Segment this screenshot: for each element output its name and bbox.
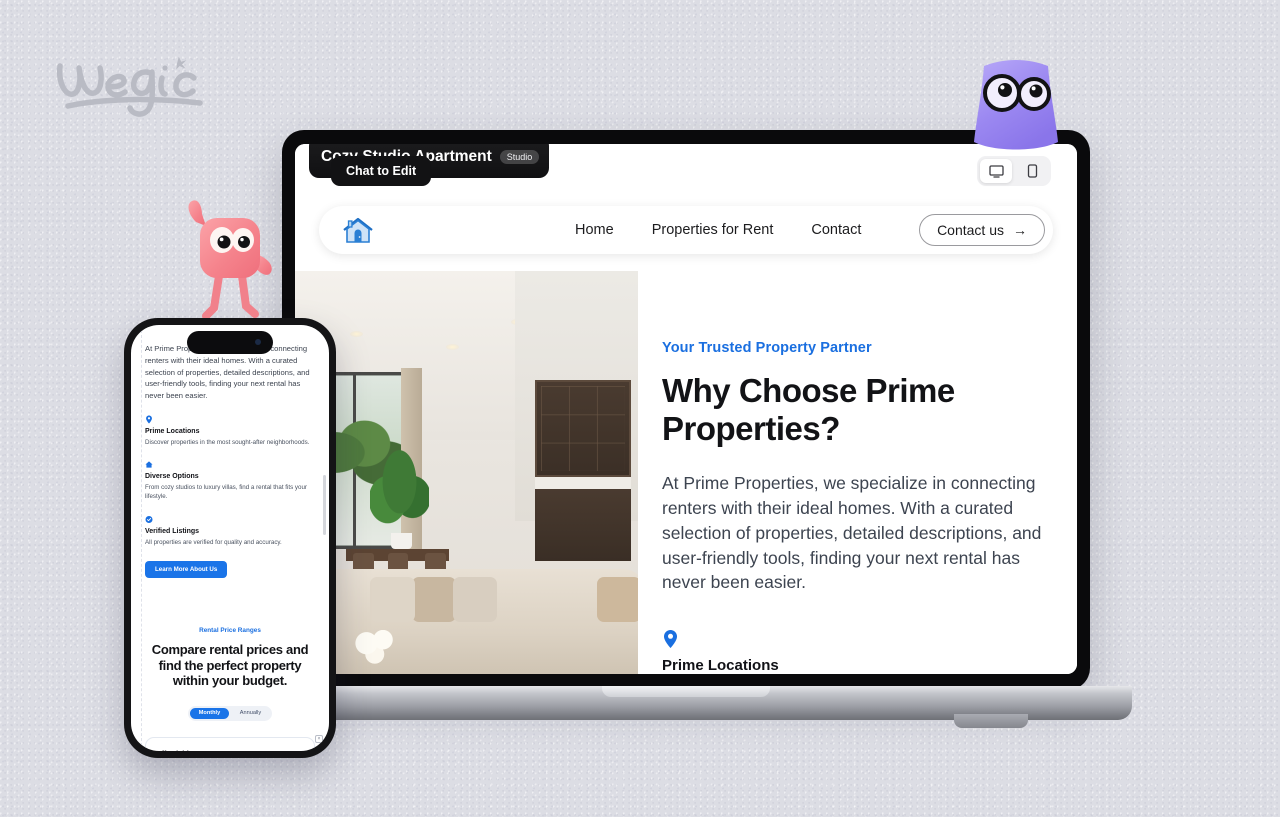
phone-preview-content: At Prime Properties, we specialize in co… xyxy=(131,325,329,751)
page-title: Why Choose Prime Properties? xyxy=(662,372,955,447)
nav-links: Home Properties for Rent Contact xyxy=(575,222,861,238)
wegic-logo xyxy=(48,40,228,120)
phone-feature-diverse-options: Diverse Options From cozy studios to lux… xyxy=(145,460,315,502)
toggle-monthly[interactable]: Monthly xyxy=(190,707,229,719)
laptop-foot xyxy=(954,714,1028,728)
nav-item-home[interactable]: Home xyxy=(575,222,614,238)
check-badge-icon xyxy=(145,515,153,523)
section-paragraph: At Prime Properties, we specialize in co… xyxy=(662,473,1042,593)
map-pin-icon xyxy=(664,630,677,649)
hero-image xyxy=(295,271,638,674)
feature-prime-locations: Prime Locations Discover properties in t… xyxy=(662,629,1077,674)
phone-feature-title: Prime Locations xyxy=(145,427,200,435)
phone-guide-line xyxy=(141,325,142,751)
nav-item-contact[interactable]: Contact xyxy=(811,222,861,238)
contact-us-label: Contact us xyxy=(937,222,1004,238)
phone-feature-verified-listings: Verified Listings All properties are ver… xyxy=(145,515,315,547)
section-eyebrow: Your Trusted Property Partner xyxy=(662,340,872,356)
phone-feature-title: Verified Listings xyxy=(145,527,200,535)
desktop-icon xyxy=(988,164,1004,178)
phone-mockup: At Prime Properties, we specialize in co… xyxy=(124,318,336,758)
phone-scrollbar[interactable] xyxy=(323,475,326,535)
laptop-mockup: Cozy Studio Apartment Studio Chat to Edi… xyxy=(240,130,1132,730)
phone-feature-desc: From cozy studios to luxury villas, find… xyxy=(145,484,307,501)
mobile-icon xyxy=(1027,164,1037,178)
site-navbar: Home Properties for Rent Contact Contact… xyxy=(319,206,1053,254)
pricing-heading: Compare rental prices and find the perfe… xyxy=(151,642,309,689)
phone-screen: At Prime Properties, we specialize in co… xyxy=(131,325,329,751)
home-icon xyxy=(145,461,153,468)
laptop-body: Cozy Studio Apartment Studio Chat to Edi… xyxy=(282,130,1090,690)
hero-section: Your Trusted Property Partner Why Choose… xyxy=(295,271,1077,674)
pink-mascot xyxy=(176,192,282,318)
hero-text-column: Your Trusted Property Partner Why Choose… xyxy=(638,271,1077,674)
section-divider xyxy=(145,602,315,603)
feature-title: Prime Locations xyxy=(662,657,779,674)
house-logo-icon[interactable] xyxy=(341,215,375,245)
laptop-screen: Cozy Studio Apartment Studio Chat to Edi… xyxy=(295,144,1077,674)
phone-feature-title: Diverse Options xyxy=(145,473,199,481)
phone-feature-prime-locations: Prime Locations Discover properties in t… xyxy=(145,415,315,447)
toggle-annually[interactable]: Annually xyxy=(231,708,270,719)
nav-item-properties-for-rent[interactable]: Properties for Rent xyxy=(652,222,774,238)
property-card-badge: Studio xyxy=(499,150,540,164)
close-icon[interactable]: × xyxy=(315,734,323,743)
contact-us-button[interactable]: Contact us → xyxy=(919,214,1045,246)
pricing-card-title: Affordable xyxy=(156,749,304,751)
purple-mascot xyxy=(964,56,1068,164)
phone-feature-desc: Discover properties in the most sought-a… xyxy=(145,438,310,446)
phone-feature-desc: All properties are verified for quality … xyxy=(145,538,282,546)
arrow-right-icon: → xyxy=(1013,222,1027,238)
pricing-eyebrow: Rental Price Ranges xyxy=(199,627,261,635)
map-pin-icon xyxy=(146,415,152,424)
website-preview: Cozy Studio Apartment Studio Chat to Edi… xyxy=(295,144,1077,674)
chat-to-edit-tooltip[interactable]: Chat to Edit xyxy=(331,156,432,186)
phone-body: At Prime Properties, we specialize in co… xyxy=(124,318,336,758)
living-room-illustration xyxy=(295,271,638,674)
phone-notch xyxy=(187,331,273,354)
pricing-card-affordable[interactable]: × Affordable Ideal for individuals or sm… xyxy=(145,734,323,751)
billing-period-toggle: Monthly Annually xyxy=(188,705,272,721)
learn-more-button[interactable]: Learn More About Us xyxy=(145,561,228,579)
